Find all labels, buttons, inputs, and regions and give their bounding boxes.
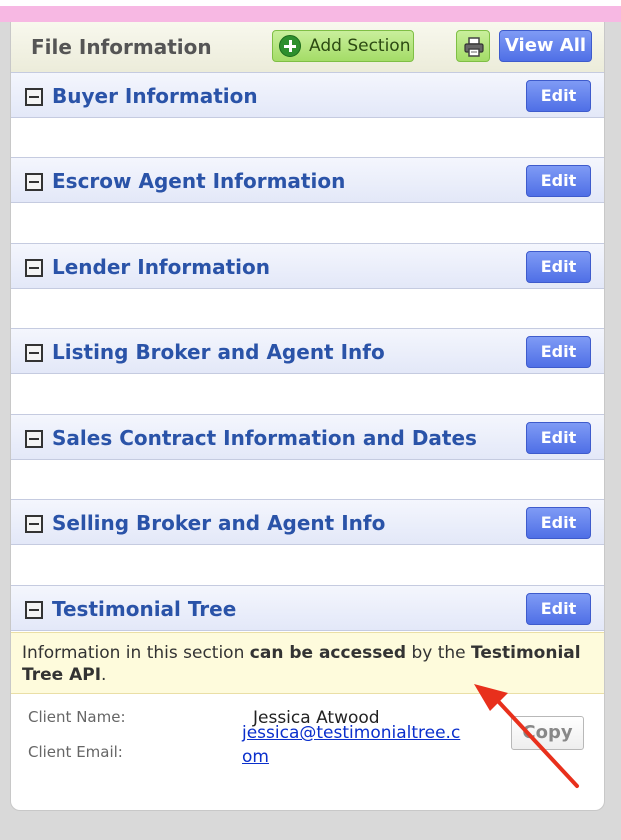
client-name-label: Client Name: bbox=[28, 708, 126, 726]
edit-button[interactable]: Edit bbox=[526, 80, 591, 112]
edit-button[interactable]: Edit bbox=[526, 336, 591, 368]
edit-button[interactable]: Edit bbox=[526, 422, 591, 454]
section-buyer-information: Buyer Information Edit bbox=[11, 72, 604, 158]
collapse-icon[interactable] bbox=[25, 515, 43, 533]
add-section-button[interactable]: Add Section bbox=[272, 30, 414, 62]
collapse-icon[interactable] bbox=[25, 601, 43, 619]
section-title[interactable]: Selling Broker and Agent Info bbox=[52, 511, 385, 535]
view-all-button[interactable]: View All bbox=[499, 30, 592, 62]
collapse-icon[interactable] bbox=[25, 259, 43, 277]
edit-button[interactable]: Edit bbox=[526, 507, 591, 539]
section-sales-contract-information: Sales Contract Information and Dates Edi… bbox=[11, 414, 604, 500]
edit-button[interactable]: Edit bbox=[526, 165, 591, 197]
section-title[interactable]: Sales Contract Information and Dates bbox=[52, 426, 477, 450]
section-header: Testimonial Tree Edit bbox=[11, 585, 604, 631]
section-title[interactable]: Testimonial Tree bbox=[52, 597, 236, 621]
file-information-panel: File Information Add Section View All Bu… bbox=[10, 22, 605, 811]
section-header: Buyer Information Edit bbox=[11, 72, 604, 118]
section-header: Listing Broker and Agent Info Edit bbox=[11, 328, 604, 374]
section-lender-information: Lender Information Edit bbox=[11, 243, 604, 329]
collapse-icon[interactable] bbox=[25, 173, 43, 191]
client-email-link[interactable]: jessica@testimonialtree.com bbox=[242, 721, 462, 769]
section-title[interactable]: Buyer Information bbox=[52, 84, 258, 108]
printer-icon bbox=[464, 37, 484, 57]
collapse-icon[interactable] bbox=[25, 344, 43, 362]
notice-text: by the bbox=[406, 643, 472, 663]
edit-button[interactable]: Edit bbox=[526, 251, 591, 283]
panel-title: File Information bbox=[31, 35, 212, 59]
notice-emphasis: can be accessed bbox=[249, 643, 407, 663]
panel-header: File Information Add Section View All bbox=[11, 22, 604, 73]
section-title[interactable]: Listing Broker and Agent Info bbox=[52, 340, 385, 364]
add-section-label: Add Section bbox=[309, 36, 411, 56]
copy-email-button[interactable]: Copy bbox=[511, 716, 584, 750]
edit-button[interactable]: Edit bbox=[526, 593, 591, 625]
section-header: Sales Contract Information and Dates Edi… bbox=[11, 414, 604, 460]
collapse-icon[interactable] bbox=[25, 88, 43, 106]
section-selling-broker-and-agent-info: Selling Broker and Agent Info Edit bbox=[11, 499, 604, 585]
notice-text: Information in this section bbox=[22, 643, 250, 663]
client-email-label: Client Email: bbox=[28, 743, 123, 761]
print-button[interactable] bbox=[456, 30, 490, 62]
section-testimonial-tree: Testimonial Tree Edit bbox=[11, 585, 604, 632]
api-access-notice: Information in this section can be acces… bbox=[11, 632, 604, 694]
section-title[interactable]: Lender Information bbox=[52, 255, 270, 279]
section-header: Lender Information Edit bbox=[11, 243, 604, 289]
section-header: Escrow Agent Information Edit bbox=[11, 157, 604, 203]
section-escrow-agent-information: Escrow Agent Information Edit bbox=[11, 157, 604, 243]
section-title[interactable]: Escrow Agent Information bbox=[52, 169, 345, 193]
collapse-icon[interactable] bbox=[25, 430, 43, 448]
top-accent-stripe bbox=[0, 6, 621, 22]
notice-text: . bbox=[101, 665, 107, 685]
plus-circle-icon bbox=[279, 35, 301, 57]
section-listing-broker-and-agent-info: Listing Broker and Agent Info Edit bbox=[11, 328, 604, 414]
section-header: Selling Broker and Agent Info Edit bbox=[11, 499, 604, 545]
